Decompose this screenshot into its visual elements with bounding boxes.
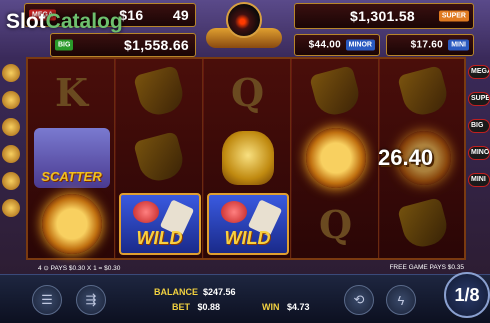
settings-icon[interactable]: ☰ bbox=[32, 285, 62, 315]
reel-2: WILD bbox=[116, 59, 203, 258]
symbol-k: K bbox=[54, 69, 89, 115]
symbol-cat bbox=[204, 125, 291, 191]
jackpot-big-tag: BIG bbox=[55, 39, 74, 51]
symbol-bag bbox=[116, 125, 203, 191]
symbol-bag bbox=[116, 59, 203, 125]
symbol-mask bbox=[292, 125, 379, 191]
reel-1: K SCATTER bbox=[28, 59, 115, 258]
replay-icon[interactable]: ⟲ bbox=[344, 285, 374, 315]
symbol-scatter: SCATTER bbox=[28, 125, 115, 191]
jackpot-big-amount: $1,558.66 bbox=[124, 37, 189, 53]
jackpot-super: $1,301.58 SUPER bbox=[294, 3, 474, 29]
jackpot-mini: $17.60 MINI bbox=[386, 34, 474, 56]
jackpot-minor-amount: $44.00 bbox=[308, 39, 341, 51]
side-right-jackpot-list: MEGA SUPER BIG MINOR MINI bbox=[468, 65, 490, 235]
jackpot-mini-amount: $17.60 bbox=[410, 39, 443, 51]
line-win-info: 4 ⊙ PAYS $0.30 X 1 = $0.30 bbox=[38, 265, 121, 272]
side-pill: BIG bbox=[468, 119, 490, 133]
symbol-bag bbox=[292, 59, 379, 125]
side-left-bubbles bbox=[0, 60, 22, 235]
jackpot-minor: $44.00 MINOR bbox=[294, 34, 380, 56]
free-game-info: FREE GAME PAYS $0.35 bbox=[389, 264, 464, 271]
symbol-bag bbox=[380, 59, 467, 125]
bet-display: BET $0.88 bbox=[172, 302, 221, 312]
reel-3: Q WILD bbox=[204, 59, 291, 258]
auto-icon[interactable]: ⇶ bbox=[76, 285, 106, 315]
info-bar: 4 ⊙ PAYS $0.30 X 1 = $0.30 FREE GAME PAY… bbox=[26, 262, 466, 274]
spin-button[interactable]: 1/8 bbox=[444, 272, 490, 318]
symbol-wild: WILD bbox=[116, 191, 203, 257]
symbol-q: Q bbox=[230, 69, 265, 115]
jackpot-minor-tag: MINOR bbox=[345, 39, 375, 51]
symbol-q: Q bbox=[318, 201, 353, 247]
jackpot-mini-tag: MINI bbox=[448, 39, 469, 51]
side-pill: SUPER bbox=[468, 92, 490, 106]
symbol-mask bbox=[28, 191, 115, 257]
reel-4: Q bbox=[292, 59, 379, 258]
watermark-logo: SlotCatalog bbox=[6, 10, 123, 33]
win-display: WIN $4.73 bbox=[262, 302, 310, 312]
jackpot-mega-amount: $16 49 bbox=[119, 7, 189, 23]
side-pill: MINI bbox=[468, 173, 490, 187]
jackpot-super-tag: SUPER bbox=[438, 10, 469, 22]
reel-frame: K SCATTER WILD Q WILD Q 26.40 bbox=[26, 57, 466, 260]
balance-display: BALANCE $247.56 bbox=[154, 287, 236, 297]
symbol-bag bbox=[380, 191, 467, 257]
jackpot-big: BIG $1,558.66 bbox=[50, 33, 196, 57]
jackpot-super-amount: $1,301.58 bbox=[350, 8, 415, 24]
control-bar: ☰ ⇶ BALANCE $247.56 BET $0.88 WIN $4.73 … bbox=[0, 274, 490, 323]
symbol-wild: WILD bbox=[204, 191, 291, 257]
side-pill: MINOR bbox=[468, 146, 490, 160]
side-pill: MEGA bbox=[468, 65, 490, 79]
jackpot-orb bbox=[206, 2, 282, 50]
win-value: 26.40 bbox=[378, 145, 434, 170]
game-screen: MEGA $16 49 BIG $1,558.66 $1,301.58 SUPE… bbox=[0, 0, 490, 323]
turbo-icon[interactable]: ϟ bbox=[386, 285, 416, 315]
